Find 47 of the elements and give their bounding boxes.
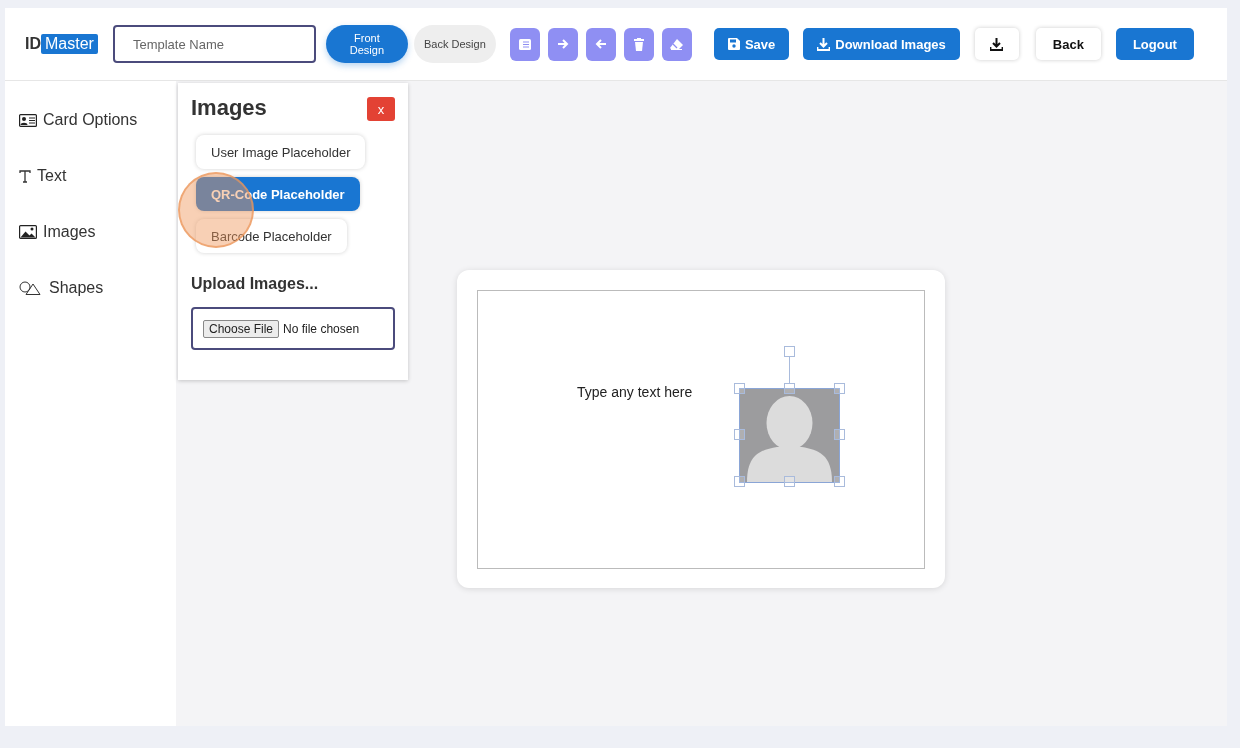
erase-button[interactable] xyxy=(661,27,692,61)
design-tab[interactable]: Front Design xyxy=(325,25,408,63)
sidebar-item[interactable]: Text xyxy=(37,167,67,185)
resize-handle[interactable] xyxy=(834,429,845,440)
design-tab[interactable]: Back Design xyxy=(413,25,496,63)
logo-highlight: Master xyxy=(41,34,98,54)
resize-handle[interactable] xyxy=(734,476,745,487)
resize-handle[interactable] xyxy=(784,476,795,487)
panel-title: Images xyxy=(191,95,267,121)
eraser-icon xyxy=(670,38,684,50)
placeholder-button[interactable]: User Image Placeholder xyxy=(196,135,366,169)
id-card-icon xyxy=(19,113,37,127)
download-button[interactable]: Download Images xyxy=(803,28,960,60)
resize-handle[interactable] xyxy=(734,429,745,440)
resize-handle[interactable] xyxy=(784,383,795,394)
canvas-text[interactable]: Type any text here xyxy=(577,384,693,400)
resize-handle[interactable] xyxy=(834,476,845,487)
logo-text: ID xyxy=(25,35,41,53)
delete-button[interactable] xyxy=(623,27,654,61)
arrow-left-icon xyxy=(594,39,607,49)
forward-button[interactable] xyxy=(547,27,578,61)
download-icon-button[interactable] xyxy=(974,28,1019,60)
save-button[interactable]: Save xyxy=(713,28,790,60)
logout-button[interactable]: Logout xyxy=(1115,28,1194,60)
rotate-handle[interactable] xyxy=(784,346,795,383)
download-icon xyxy=(817,37,831,51)
sidebar-item[interactable]: Card Options xyxy=(43,111,138,129)
download-icon xyxy=(990,37,1004,51)
floppy-icon xyxy=(727,38,740,50)
close-button[interactable]: x xyxy=(367,97,395,121)
list-button[interactable] xyxy=(509,27,540,61)
trash-icon xyxy=(633,37,644,51)
file-input[interactable]: Choose File No file chosen xyxy=(191,307,395,350)
resize-handle[interactable] xyxy=(734,383,745,394)
arrow-right-icon xyxy=(556,39,569,49)
shapes-icon xyxy=(19,281,43,295)
backward-button[interactable] xyxy=(585,27,616,61)
placeholder-button[interactable]: Barcode Placeholder xyxy=(196,219,347,253)
text-icon xyxy=(19,169,31,183)
sidebar-item[interactable]: Images xyxy=(43,223,96,241)
list-icon xyxy=(518,38,531,50)
resize-handle[interactable] xyxy=(834,383,845,394)
back-button[interactable]: Back xyxy=(1035,28,1101,60)
sidebar-item[interactable]: Shapes xyxy=(49,279,104,297)
image-icon xyxy=(19,225,37,239)
upload-heading: Upload Images... xyxy=(191,275,320,293)
template-name-field[interactable]: Template Name xyxy=(112,25,316,63)
